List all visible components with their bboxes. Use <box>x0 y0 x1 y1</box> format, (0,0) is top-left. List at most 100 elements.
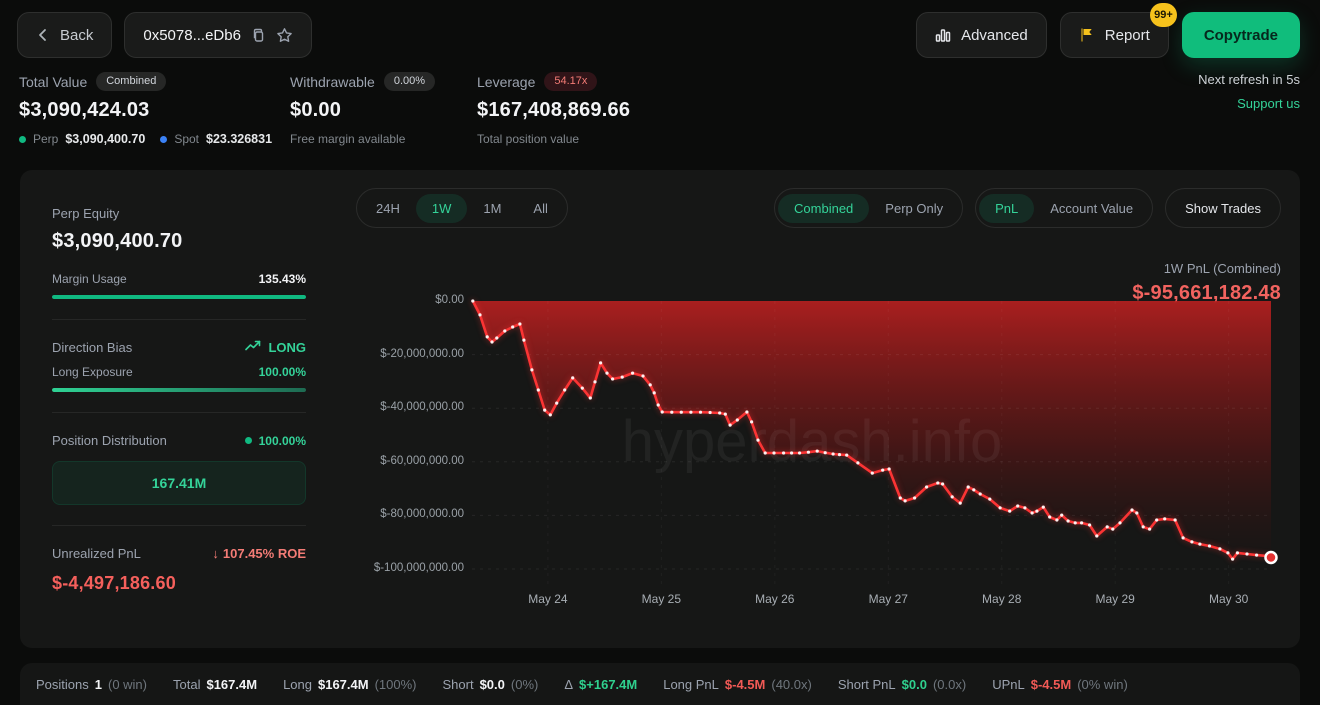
footer-stat-value: $-4.5M <box>1031 677 1071 692</box>
footer-stat-suffix: (100%) <box>375 677 417 692</box>
report-button-wrap: Report 99+ <box>1060 12 1169 58</box>
y-axis-tick: $-40,000,000.00 <box>380 401 464 413</box>
withdrawable-label: Withdrawable <box>290 74 375 90</box>
x-axis-tick: May 28 <box>982 592 1021 606</box>
copytrade-button[interactable]: Copytrade <box>1182 12 1300 58</box>
positions-summary-bar: Positions1(0 win)Total$167.4MLong$167.4M… <box>20 663 1300 705</box>
x-axis-tick: May 26 <box>755 592 794 606</box>
pnl-header: 1W PnL (Combined) $-95,661,182.48 <box>1132 261 1281 305</box>
bar-chart-icon <box>935 27 951 43</box>
tab-group-view: PnLAccount Value <box>975 188 1153 228</box>
perp-value: $3,090,400.70 <box>65 132 145 146</box>
refresh-countdown: Next refresh in 5s <box>1198 72 1300 87</box>
footer-stat-suffix: (0 win) <box>108 677 147 692</box>
chart-controls: 24H1W1MAll CombinedPerp Only PnLAccount Va… <box>356 188 1281 228</box>
topbar: Back 0x5078...eDb6 Advanced Report 99+ C <box>0 0 1320 58</box>
margin-usage-value: 135.43% <box>259 272 306 286</box>
footer-stat-value: $+167.4M <box>579 677 637 692</box>
account-stats-row: Total Value Combined $3,090,424.03 Perp … <box>0 58 1320 146</box>
watermark-text: hyperdash.info <box>622 409 1002 474</box>
y-axis-tick: $-60,000,000.00 <box>380 455 464 467</box>
footer-stat-value: $167.4M <box>206 677 257 692</box>
footer-stat-label: Long <box>283 677 312 692</box>
spot-value: $23.326831 <box>206 132 272 146</box>
footer-stat-value: 1 <box>95 677 102 692</box>
advanced-label: Advanced <box>961 27 1028 44</box>
wallet-address-pill[interactable]: 0x5078...eDb6 <box>124 12 312 58</box>
distribution-dot-icon <box>245 437 252 444</box>
back-label: Back <box>60 27 93 44</box>
combined-badge: Combined <box>96 72 166 91</box>
spot-dot-icon <box>160 136 167 143</box>
support-us-link[interactable]: Support us <box>1198 96 1300 111</box>
total-value-label: Total Value <box>19 74 87 90</box>
footer-stat--: Δ$+167.4M <box>564 677 637 692</box>
tab-account-value[interactable]: Account Value <box>1034 194 1149 223</box>
pnl-chart-plot[interactable]: hyperdash.info $0.00$-20,000,000.00$-40,… <box>472 301 1271 611</box>
unrealized-roe: 107.45% ROE <box>223 546 306 561</box>
stats-right: Next refresh in 5s Support us <box>1198 72 1300 111</box>
perp-label: Perp <box>33 132 58 146</box>
footer-stat-suffix: (0.0x) <box>933 677 966 692</box>
footer-stat-value: $0.0 <box>902 677 927 692</box>
tab-1w[interactable]: 1W <box>416 194 468 223</box>
margin-usage-bar <box>52 295 306 299</box>
show-trades-button[interactable]: Show Trades <box>1165 188 1281 228</box>
x-axis-tick: May 30 <box>1209 592 1248 606</box>
tab-perp-only[interactable]: Perp Only <box>869 194 959 223</box>
divider <box>52 412 306 413</box>
leverage-badge: 54.17x <box>544 72 597 91</box>
topbar-actions: Advanced Report 99+ Copytrade <box>916 12 1300 58</box>
footer-stat-positions: Positions1(0 win) <box>36 677 147 692</box>
leverage-sub: Total position value <box>477 132 579 146</box>
footer-stat-total: Total$167.4M <box>173 677 257 692</box>
flag-icon <box>1079 27 1095 43</box>
position-distribution-box: 167.41M <box>52 461 306 505</box>
footer-stat-value: $0.0 <box>480 677 505 692</box>
advanced-button[interactable]: Advanced <box>916 12 1047 58</box>
leverage-stat: Leverage 54.17x $167,408,869.66 Total po… <box>477 72 777 146</box>
tab-all[interactable]: All <box>517 194 563 223</box>
long-exposure-bar <box>52 388 306 392</box>
direction-bias-value: LONG <box>268 340 306 355</box>
x-axis-tick: May 27 <box>869 592 908 606</box>
tab-24h[interactable]: 24H <box>360 194 416 223</box>
current-value-dot <box>1266 552 1277 563</box>
star-icon[interactable] <box>276 27 293 44</box>
tab-pnl[interactable]: PnL <box>979 194 1034 223</box>
direction-bias-label: Direction Bias <box>52 340 132 355</box>
spot-label: Spot <box>174 132 199 146</box>
tab-1m[interactable]: 1M <box>467 194 517 223</box>
total-value-stat: Total Value Combined $3,090,424.03 Perp … <box>19 72 290 146</box>
footer-stat-suffix: (40.0x) <box>771 677 811 692</box>
copy-icon[interactable] <box>251 28 266 43</box>
footer-stat-long: Long$167.4M(100%) <box>283 677 416 692</box>
long-exposure-label: Long Exposure <box>52 365 133 379</box>
position-distribution-value: 100.00% <box>259 434 306 448</box>
back-button[interactable]: Back <box>17 12 112 58</box>
footer-stat-label: Long PnL <box>663 677 719 692</box>
leverage-label: Leverage <box>477 74 535 90</box>
tab-group-timeframe: 24H1W1MAll <box>356 188 568 228</box>
leverage-amount: $167,408,869.66 <box>477 99 777 122</box>
chart-zone: 24H1W1MAll CombinedPerp Only PnLAccount Va… <box>356 188 1281 648</box>
perp-equity-value: $3,090,400.70 <box>52 230 306 253</box>
perp-dot-icon <box>19 136 26 143</box>
footer-stat-label: UPnL <box>992 677 1025 692</box>
footer-stat-suffix: (0%) <box>511 677 538 692</box>
y-axis-tick: $-20,000,000.00 <box>380 348 464 360</box>
total-value-amount: $3,090,424.03 <box>19 99 290 122</box>
wallet-address: 0x5078...eDb6 <box>143 27 241 44</box>
footer-stat-short: Short$0.0(0%) <box>443 677 539 692</box>
report-label: Report <box>1105 27 1150 44</box>
margin-usage-label: Margin Usage <box>52 272 127 286</box>
footer-stat-suffix: (0% win) <box>1077 677 1128 692</box>
trend-up-icon <box>245 340 261 355</box>
x-axis-tick: May 29 <box>1096 592 1135 606</box>
tab-combined[interactable]: Combined <box>778 194 869 223</box>
performance-panel: Perp Equity $3,090,400.70 Margin Usage 1… <box>20 170 1300 648</box>
tab-group-mode: CombinedPerp Only <box>774 188 963 228</box>
footer-stat-label: Short PnL <box>838 677 896 692</box>
arrow-down-icon: ↓ <box>212 546 219 561</box>
report-badge: 99+ <box>1150 3 1177 27</box>
